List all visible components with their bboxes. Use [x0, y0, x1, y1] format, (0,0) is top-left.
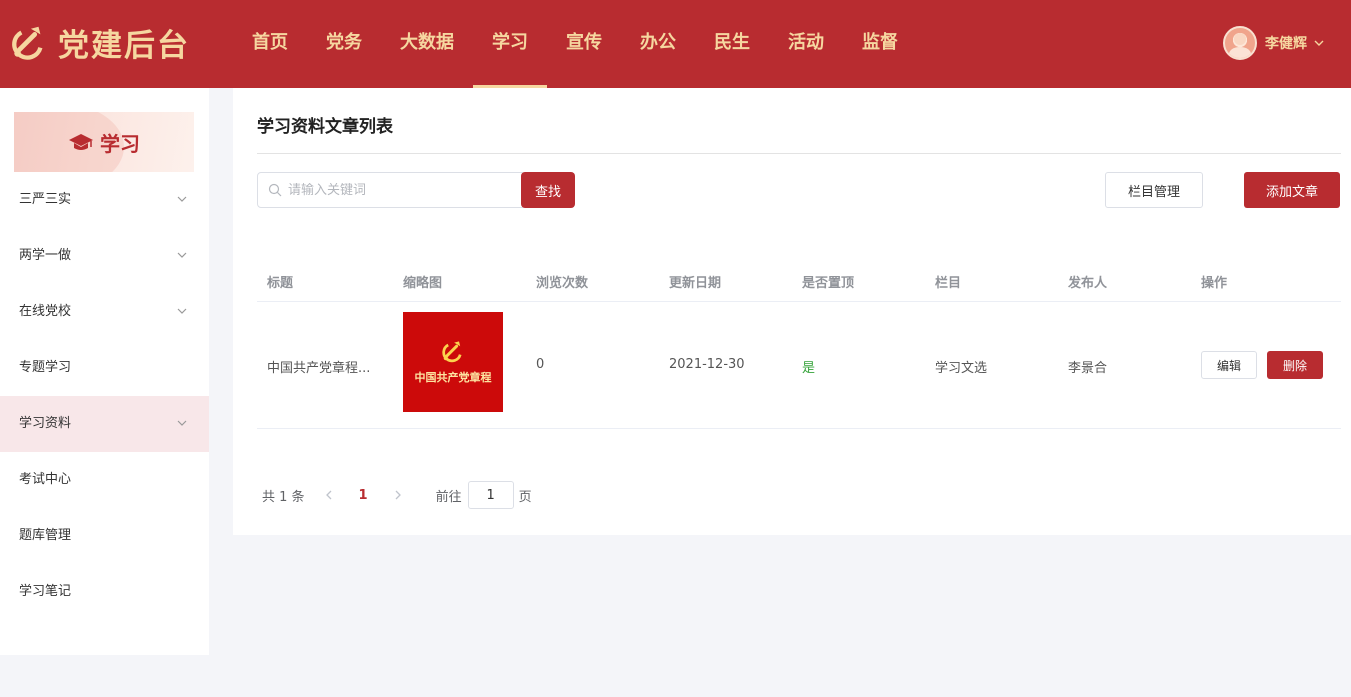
- party-emblem-icon: [442, 341, 462, 363]
- sidebar-item-label: 考试中心: [19, 472, 72, 487]
- pagination-total: 共 1 条: [262, 489, 305, 505]
- table-row: 中国共产党章程... 中国共产党章程 0 2021-12-30 是 学习文选 李…: [257, 302, 1341, 429]
- sidebar-item-label: 在线党校: [19, 304, 72, 319]
- column-header-title: 标题: [267, 276, 294, 291]
- page-number-current[interactable]: 1: [359, 488, 368, 503]
- pagination: 共 1 条 1 前往 页: [262, 481, 532, 509]
- user-name: 李健辉: [1265, 36, 1307, 52]
- chevron-left-icon[interactable]: [323, 489, 335, 501]
- nav-home[interactable]: 首页: [233, 0, 307, 88]
- sidebar-item-online-school[interactable]: 在线党校: [0, 284, 209, 340]
- cell-views: 0: [536, 357, 545, 372]
- pagination-goto-label: 前往: [435, 489, 462, 505]
- column-header-views: 浏览次数: [536, 276, 589, 291]
- cell-title[interactable]: 中国共产党章程...: [267, 357, 370, 376]
- chevron-down-icon: [177, 252, 187, 258]
- nav-office[interactable]: 办公: [621, 0, 695, 88]
- logo[interactable]: 党建后台: [10, 22, 190, 64]
- cell-publisher: 李景合: [1068, 361, 1108, 376]
- cell-column: 学习文选: [935, 361, 988, 376]
- edit-button[interactable]: 编辑: [1201, 351, 1257, 379]
- page-jump-input[interactable]: [467, 481, 514, 509]
- sidebar-item-label: 两学一做: [19, 248, 72, 263]
- sidebar-banner: 学习: [14, 112, 194, 172]
- nav-publicity[interactable]: 宣传: [547, 0, 621, 88]
- search-button[interactable]: 查找: [521, 172, 575, 208]
- main-nav: 首页 党务 大数据 学习 宣传 办公 民生 活动 监督: [233, 0, 917, 88]
- logo-text: 党建后台: [58, 27, 190, 64]
- main-panel: 学习资料文章列表 查找 栏目管理 添加文章 标题 缩略图 浏览次数 更新日期 是…: [233, 88, 1351, 535]
- nav-livelihood[interactable]: 民生: [695, 0, 769, 88]
- pagination-page-unit: 页: [518, 489, 532, 505]
- chevron-down-icon: [177, 196, 187, 202]
- add-article-button[interactable]: 添加文章: [1244, 172, 1340, 208]
- delete-button[interactable]: 删除: [1267, 351, 1323, 379]
- user-menu[interactable]: 李健辉: [1223, 26, 1325, 60]
- sidebar-menu: 三严三实 两学一做 在线党校 专题学习 学习资料 考试中心 题库管理 学习笔记: [0, 172, 209, 620]
- sidebar-item-label: 专题学习: [19, 360, 72, 375]
- sidebar-item-label: 题库管理: [19, 528, 72, 543]
- top-header: 党建后台 首页 党务 大数据 学习 宣传 办公 民生 活动 监督 李健辉: [0, 0, 1351, 88]
- avatar[interactable]: [1223, 26, 1257, 60]
- thumbnail-caption: 中国共产党章程: [414, 371, 492, 384]
- nav-study[interactable]: 学习: [473, 0, 547, 88]
- chevron-down-icon: [177, 308, 187, 314]
- sidebar-item-study-materials[interactable]: 学习资料: [0, 396, 209, 452]
- divider: [257, 153, 1341, 154]
- search-box[interactable]: [257, 172, 523, 208]
- cell-pinned: 是: [802, 361, 816, 376]
- chevron-down-icon: [177, 420, 187, 426]
- nav-party-affairs[interactable]: 党务: [307, 0, 381, 88]
- column-header-pinned: 是否置顶: [802, 276, 855, 291]
- sidebar-item-exam-center[interactable]: 考试中心: [0, 452, 209, 508]
- chevron-right-icon[interactable]: [392, 489, 404, 501]
- chevron-down-icon: [1314, 40, 1324, 46]
- sidebar-item-label: 学习资料: [19, 416, 72, 431]
- sidebar-banner-title: 学习: [100, 131, 140, 156]
- sidebar: 学习 三严三实 两学一做 在线党校 专题学习 学习资料 考试中心 题库管理 学习…: [0, 88, 209, 655]
- nav-activities[interactable]: 活动: [769, 0, 843, 88]
- sidebar-item-question-bank[interactable]: 题库管理: [0, 508, 209, 564]
- party-emblem-icon: [12, 26, 43, 60]
- sidebar-item-label: 三严三实: [19, 192, 72, 207]
- column-manage-button[interactable]: 栏目管理: [1105, 172, 1203, 208]
- column-header-updated: 更新日期: [669, 276, 722, 291]
- sidebar-item-two-studies[interactable]: 两学一做: [0, 228, 209, 284]
- nav-big-data[interactable]: 大数据: [381, 0, 473, 88]
- search-icon: [268, 183, 282, 197]
- nav-supervision[interactable]: 监督: [843, 0, 917, 88]
- search-input[interactable]: [288, 182, 508, 198]
- sidebar-item-label: 学习笔记: [19, 584, 72, 599]
- cell-updated: 2021-12-30: [669, 357, 745, 372]
- article-thumbnail: 中国共产党章程: [403, 312, 503, 412]
- page-title: 学习资料文章列表: [257, 117, 393, 137]
- column-header-actions: 操作: [1201, 276, 1228, 291]
- table-header: 标题 缩略图 浏览次数 更新日期 是否置顶 栏目 发布人 操作: [257, 258, 1341, 302]
- sidebar-item-topic-study[interactable]: 专题学习: [0, 340, 209, 396]
- column-header-column: 栏目: [935, 276, 962, 291]
- sidebar-item-study-notes[interactable]: 学习笔记: [0, 564, 209, 620]
- sidebar-item-three-strict[interactable]: 三严三实: [0, 172, 209, 228]
- column-header-publisher: 发布人: [1068, 276, 1108, 291]
- column-header-thumbnail: 缩略图: [403, 276, 443, 291]
- graduation-cap-icon: [69, 134, 93, 150]
